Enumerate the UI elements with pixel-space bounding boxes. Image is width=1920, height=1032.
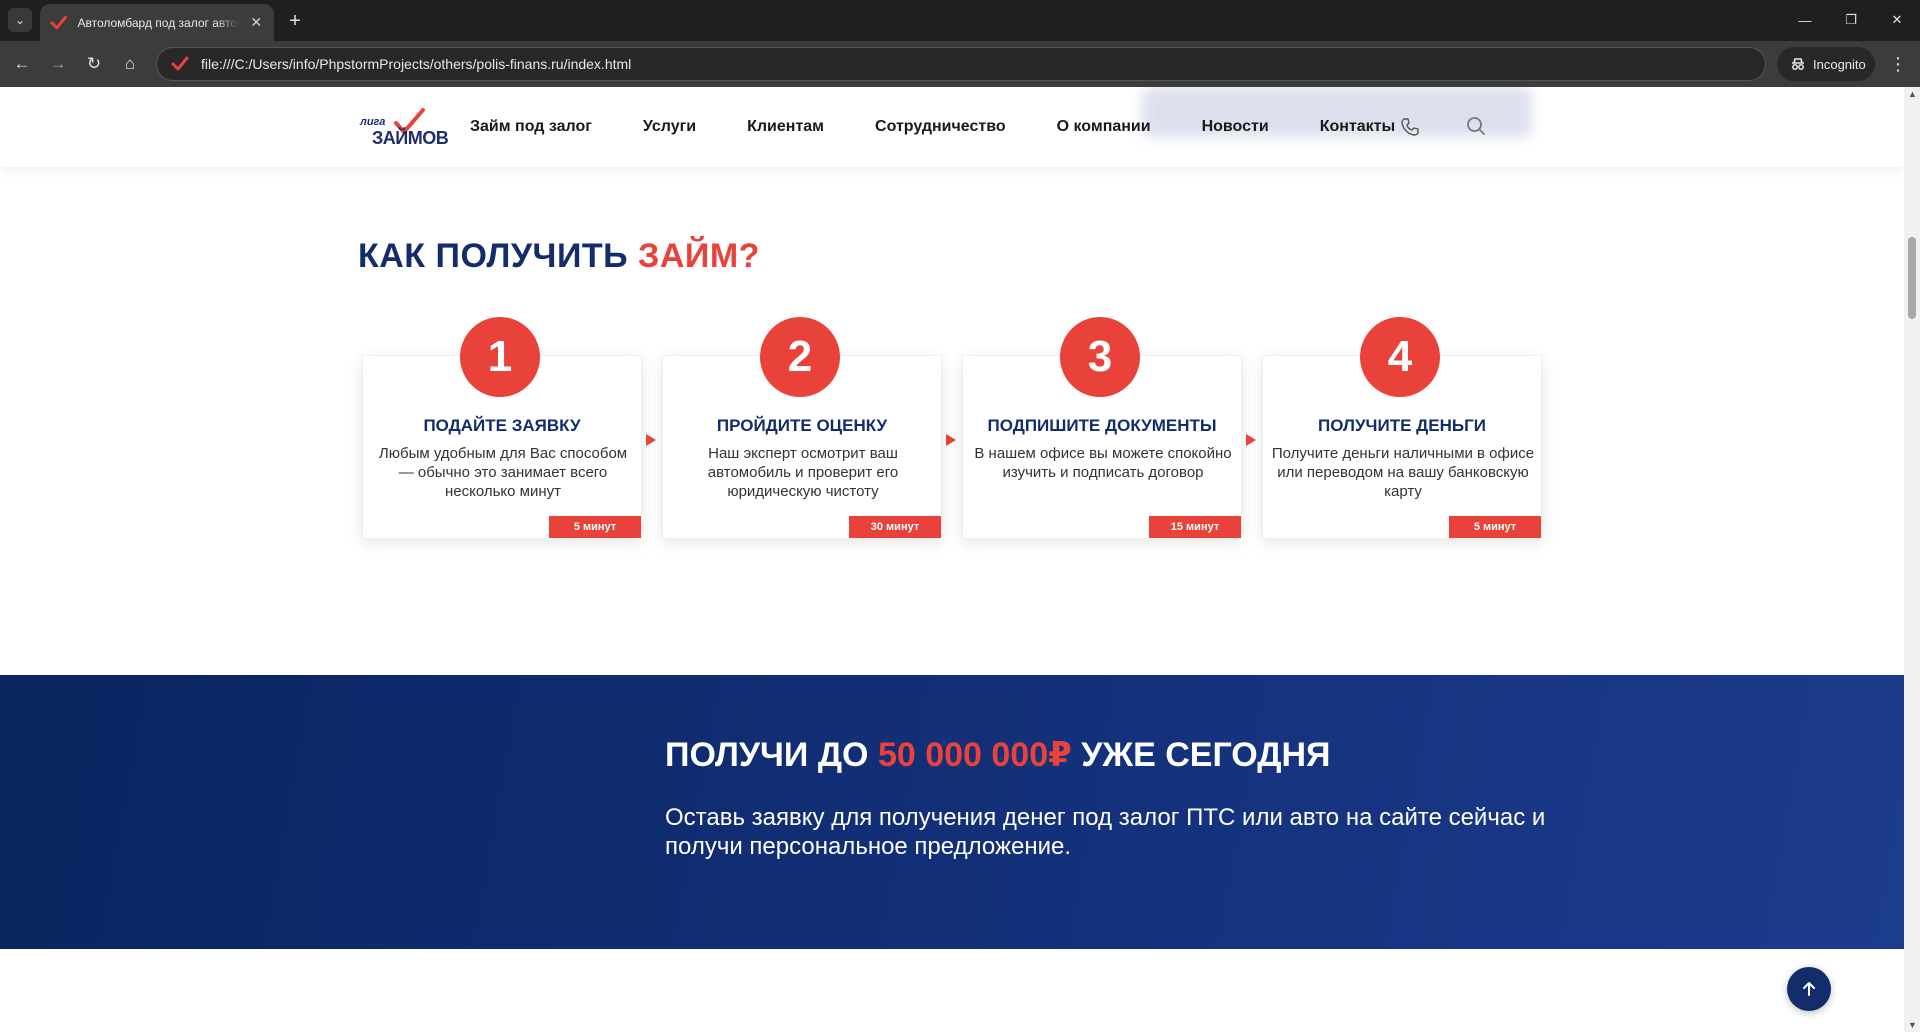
incognito-icon (1792, 58, 1804, 70)
forward-arrow-icon[interactable]: → (44, 50, 72, 78)
step-heading: ПРОЙДИТЕ ОЦЕНКУ (716, 416, 888, 435)
browser-menu-icon[interactable]: ⋮ (1886, 50, 1910, 78)
new-tab-button[interactable]: + (282, 8, 308, 34)
step-number-circle-3: 3 (1060, 317, 1140, 397)
tab-title: Автоломбард под залог автомобиля (77, 15, 240, 30)
step-time-badge: 30 минут (849, 516, 941, 538)
nav-item-loan[interactable]: Займ под залог (470, 118, 592, 136)
back-arrow-icon[interactable]: ← (8, 50, 36, 78)
step-heading: ПОДПИШИТЕ ДОКУМЕНТЫ (987, 416, 1217, 435)
nav-item-services[interactable]: Услуги (643, 118, 696, 136)
page-viewport: лига ЗАЙМОВ Займ под залог Услуги Клиент… (0, 87, 1904, 1032)
site-logo[interactable]: лига ЗАЙМОВ (358, 107, 458, 148)
step-description: Любым удобным для Вас способом — обычно … (378, 445, 628, 500)
step-arrow-icon (946, 434, 956, 446)
tab-close-icon[interactable]: ✕ (248, 14, 264, 31)
search-icon[interactable] (1465, 115, 1487, 137)
page-scrollbar[interactable]: ▲ ▼ (1904, 87, 1920, 1032)
home-icon[interactable]: ⌂ (116, 50, 144, 78)
reload-icon[interactable]: ↻ (80, 50, 108, 78)
promo-banner: ПОЛУЧИ ДО 50 000 000₽ УЖЕ СЕГОДНЯ Оставь… (0, 675, 1904, 949)
banner-title-end: УЖЕ СЕГОДНЯ (1071, 736, 1331, 774)
scroll-up-arrow-icon[interactable]: ▲ (1908, 89, 1917, 99)
main-nav: Займ под залог Услуги Клиентам Сотруднич… (470, 87, 1395, 167)
step-time-badge: 5 минут (549, 516, 641, 538)
steps-section-title: КАК ПОЛУЧИТЬ ЗАЙМ? (358, 237, 760, 276)
step-heading: ПОДАЙТЕ ЗАЯВКУ (423, 416, 581, 435)
nav-item-contacts[interactable]: Контакты (1320, 118, 1395, 136)
banner-title-amount: 50 000 000₽ (877, 736, 1072, 774)
banner-description: Оставь заявку для получения денег под за… (665, 804, 1546, 860)
window-close-button[interactable]: ✕ (1874, 6, 1920, 34)
step-heading: ПОЛУЧИТЕ ДЕНЬГИ (1318, 416, 1486, 435)
checkmark-favicon-icon (50, 15, 67, 29)
chevron-down-icon: ⌄ (14, 13, 26, 27)
step-time-badge: 15 минут (1149, 516, 1241, 538)
step-description: Получите деньги наличными в офисе или пе… (1271, 445, 1535, 500)
banner-title: ПОЛУЧИ ДО 50 000 000₽ УЖЕ СЕГОДНЯ (665, 735, 1330, 775)
phone-icon[interactable] (1400, 117, 1420, 137)
nav-item-clients[interactable]: Клиентам (747, 118, 824, 136)
banner-title-start: ПОЛУЧИ ДО (665, 736, 878, 774)
step-number-circle-1: 1 (460, 317, 540, 397)
nav-item-news[interactable]: Новости (1202, 118, 1269, 136)
incognito-label: Incognito (1813, 56, 1866, 72)
logo-text-top: лига (360, 116, 386, 128)
steps-title-red: ЗАЙМ? (638, 237, 760, 275)
nav-item-cooperation[interactable]: Сотрудничество (875, 118, 1006, 136)
checkmark-favicon-icon (171, 56, 189, 71)
step-arrow-icon (646, 434, 656, 446)
scroll-to-top-button[interactable] (1787, 967, 1831, 1011)
address-bar[interactable]: file:///C:/Users/info/PhpstormProjects/o… (156, 47, 1766, 81)
scroll-down-arrow-icon[interactable]: ▼ (1908, 1020, 1917, 1030)
window-restore-button[interactable]: ❐ (1828, 6, 1874, 34)
browser-tab-strip: ⌄ Автоломбард под залог автомобиля ✕ + —… (0, 0, 1920, 41)
logo-text-bottom: ЗАЙМОВ (372, 128, 449, 148)
step-description: В нашем офисе вы можете спокойно изучить… (974, 445, 1232, 481)
scrollbar-thumb[interactable] (1908, 237, 1916, 319)
nav-item-about[interactable]: О компании (1057, 118, 1151, 136)
window-minimize-button[interactable]: — (1782, 6, 1828, 34)
address-bar-url: file:///C:/Users/info/PhpstormProjects/o… (201, 56, 632, 72)
tab-search-button[interactable]: ⌄ (8, 8, 32, 32)
step-time-badge: 5 минут (1449, 516, 1541, 538)
browser-toolbar: ← → ↻ ⌂ file:///C:/Users/info/PhpstormPr… (0, 41, 1920, 87)
step-number-circle-2: 2 (760, 317, 840, 397)
arrow-up-icon (1803, 982, 1815, 996)
browser-tab-active[interactable]: Автоломбард под залог автомобиля ✕ (40, 4, 274, 41)
step-number-circle-4: 4 (1360, 317, 1440, 397)
incognito-indicator[interactable]: Incognito (1777, 47, 1875, 81)
step-arrow-icon (1246, 434, 1256, 446)
steps-title-dark: КАК ПОЛУЧИТЬ (358, 237, 629, 275)
step-description: Наш эксперт осмотрит ваш автомобиль и пр… (707, 445, 899, 500)
site-header: лига ЗАЙМОВ Займ под залог Услуги Клиент… (0, 87, 1904, 167)
